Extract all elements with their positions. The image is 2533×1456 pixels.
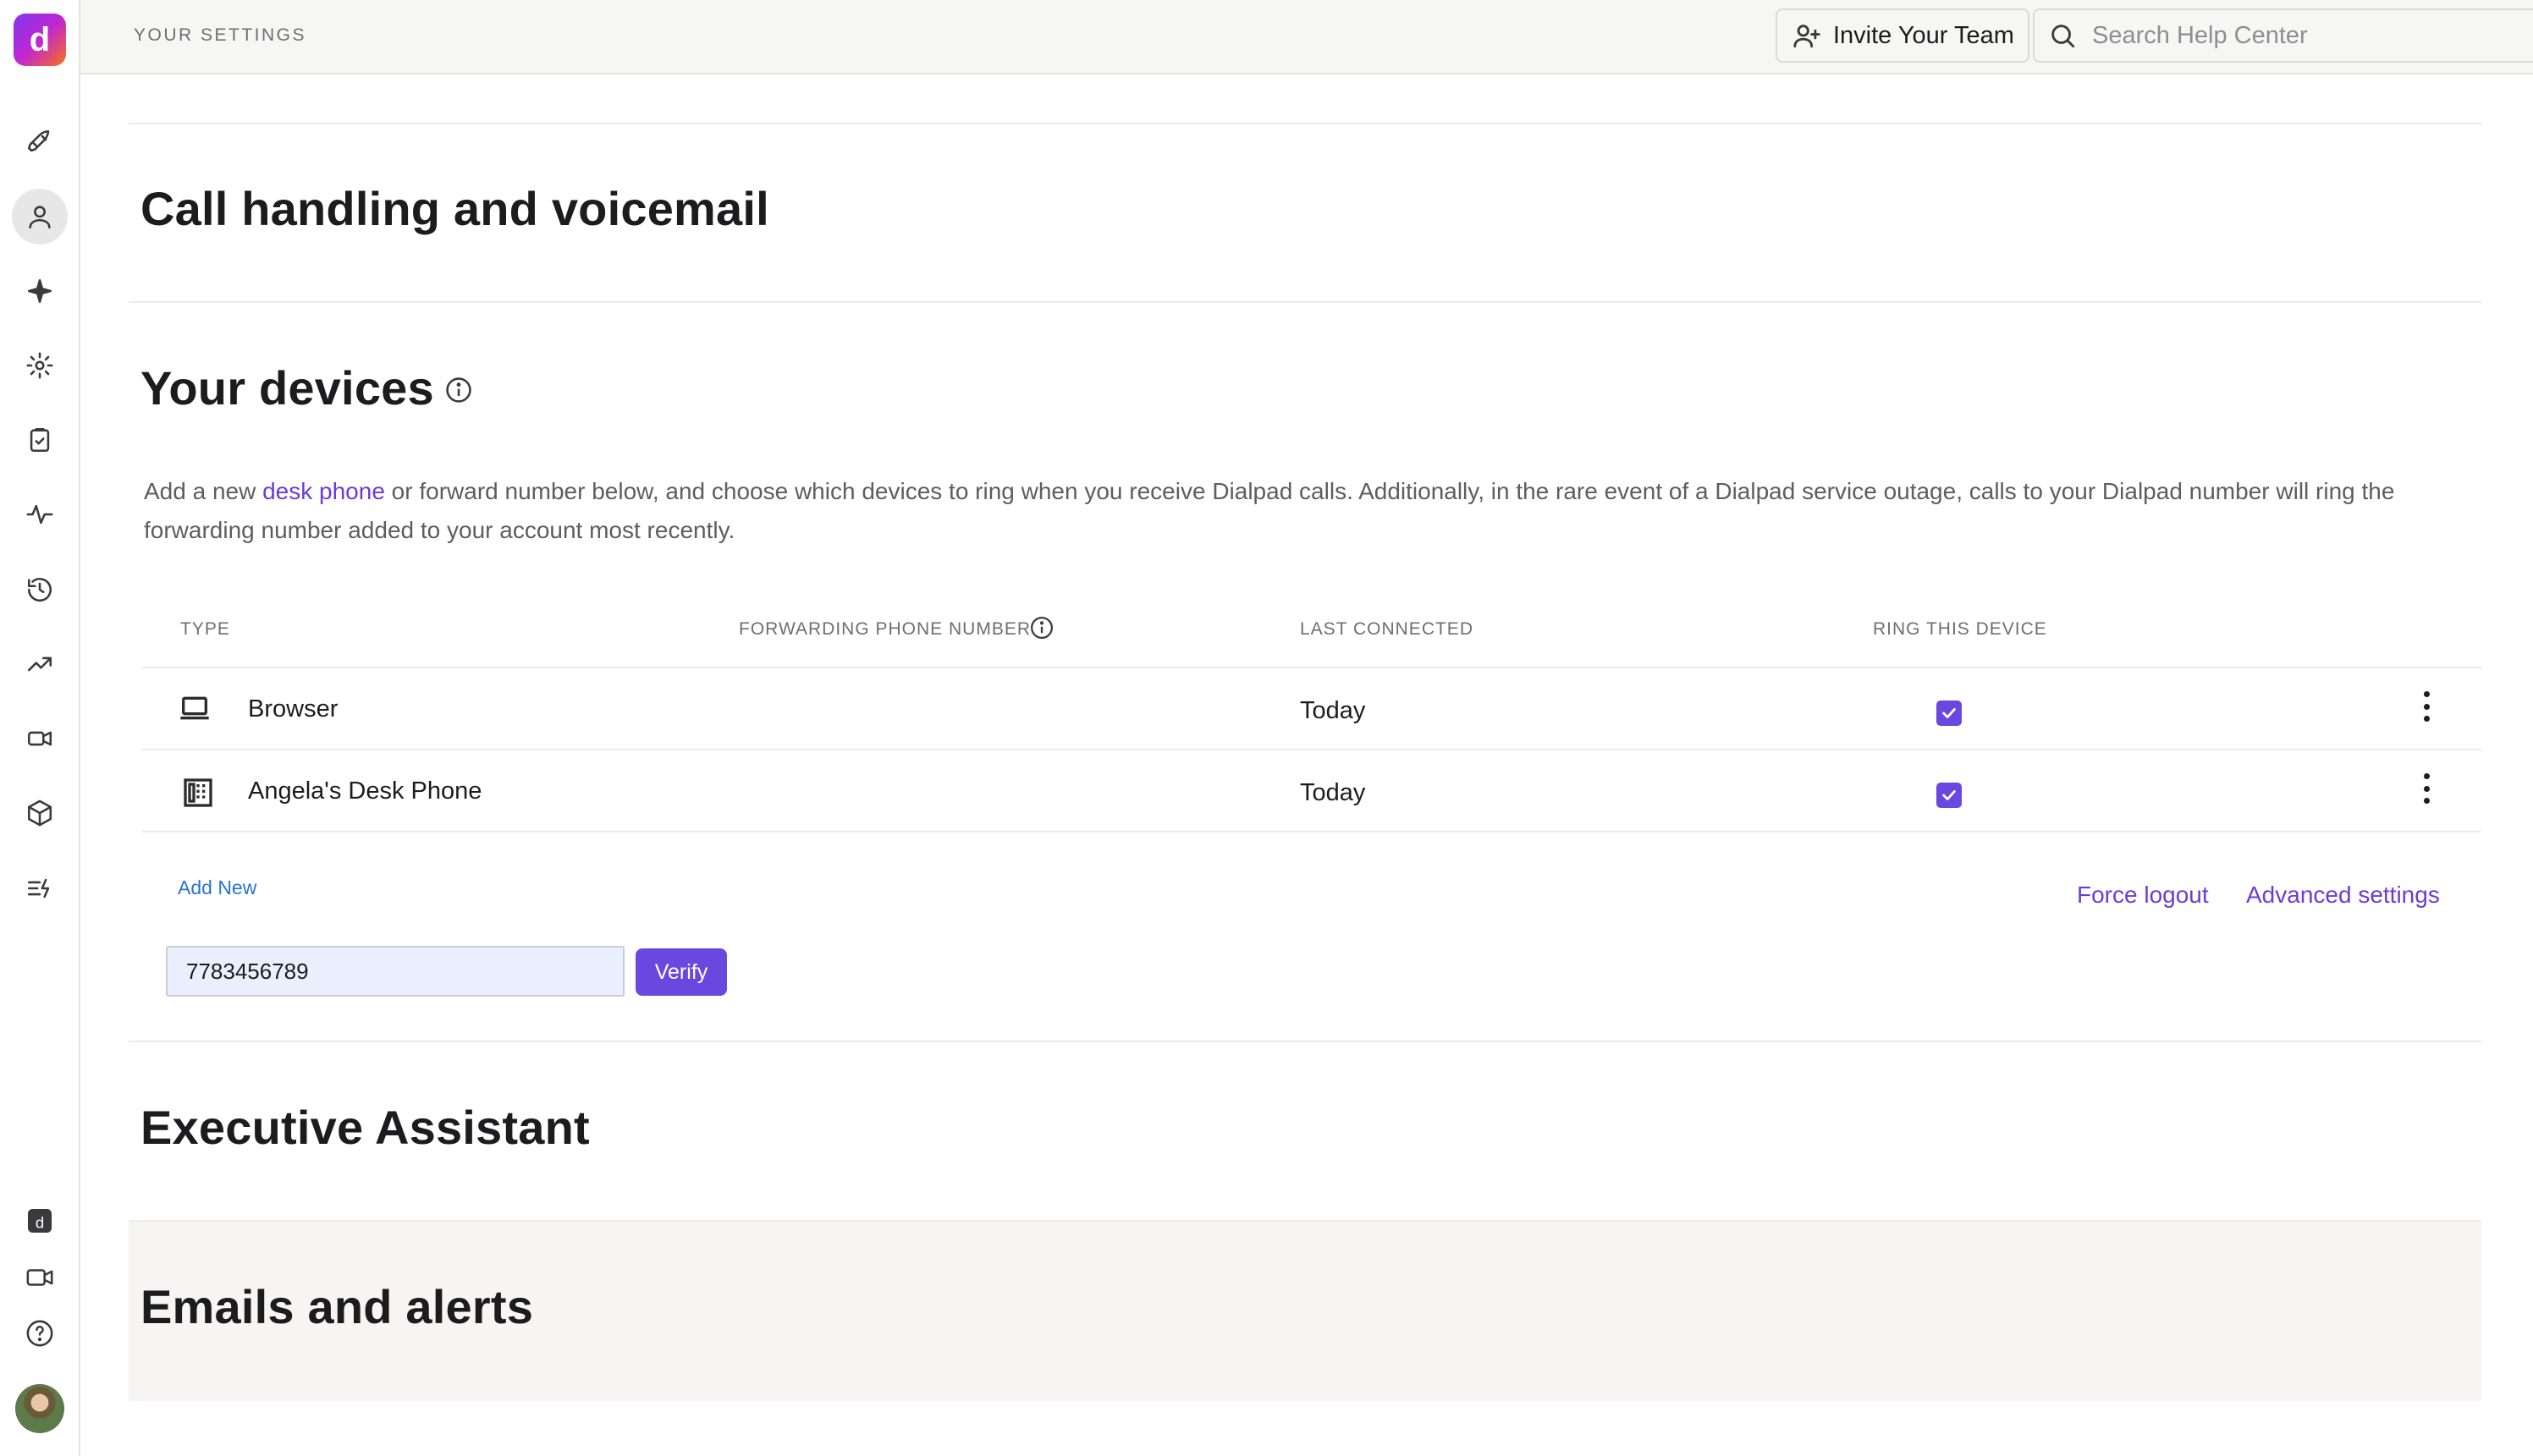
- table-divider: [142, 749, 2481, 750]
- add-new-link[interactable]: Add New: [178, 876, 256, 899]
- column-header-ring: RING THIS DEVICE: [1873, 619, 2047, 639]
- history-icon[interactable]: [12, 562, 68, 618]
- trending-up-icon[interactable]: [12, 636, 68, 692]
- more-options-icon[interactable]: [2418, 772, 2435, 805]
- svg-text:d: d: [36, 1214, 44, 1232]
- description-text-post: or forward number below, and choose whic…: [144, 478, 2395, 543]
- search-box[interactable]: [2033, 8, 2533, 63]
- column-header-last-connected: LAST CONNECTED: [1300, 619, 1473, 639]
- dialpad-app-icon[interactable]: d: [12, 1193, 68, 1249]
- device-type: Angela's Desk Phone: [248, 777, 482, 805]
- verify-button[interactable]: Verify: [636, 948, 727, 996]
- page-label: YOUR SETTINGS: [134, 25, 307, 45]
- sparkle-icon[interactable]: [12, 263, 68, 319]
- sidebar: d d: [0, 0, 80, 1456]
- invite-team-button[interactable]: Invite Your Team: [1776, 8, 2029, 63]
- desk-phone-icon: [181, 776, 215, 810]
- column-header-type: TYPE: [180, 619, 230, 639]
- search-icon: [2051, 25, 2075, 48]
- section-title-executive-assistant[interactable]: Executive Assistant: [140, 1100, 590, 1155]
- divider: [129, 301, 2481, 303]
- rocket-icon[interactable]: [12, 114, 68, 170]
- table-divider: [142, 831, 2481, 832]
- info-icon[interactable]: [1029, 615, 1054, 640]
- divider: [129, 1041, 2481, 1042]
- add-user-icon: [1793, 25, 1820, 48]
- section-title-devices: Your devices: [140, 361, 434, 415]
- top-bar: YOUR SETTINGS Invite Your Team: [80, 0, 2533, 74]
- laptop-icon: [178, 691, 212, 725]
- force-logout-link[interactable]: Force logout: [2077, 882, 2209, 909]
- table-divider: [142, 667, 2481, 668]
- box-icon[interactable]: [12, 785, 68, 841]
- list-bolt-icon[interactable]: [12, 860, 68, 916]
- avatar[interactable]: [15, 1384, 64, 1433]
- search-input[interactable]: [2090, 20, 2514, 51]
- last-connected: Today: [1300, 779, 1366, 806]
- desk-phone-link[interactable]: desk phone: [262, 478, 385, 504]
- ring-device-checkbox[interactable]: [1936, 783, 1962, 808]
- dialpad-logo[interactable]: d: [14, 14, 66, 66]
- last-connected: Today: [1300, 697, 1366, 724]
- devices-description: Add a new desk phone or forward number b…: [144, 472, 2480, 550]
- clipboard-icon[interactable]: [12, 412, 68, 468]
- ring-device-checkbox[interactable]: [1936, 701, 1962, 726]
- video-camera-icon[interactable]: [12, 711, 68, 766]
- advanced-settings-link[interactable]: Advanced settings: [2246, 882, 2440, 909]
- column-header-forwarding: FORWARDING PHONE NUMBER: [739, 619, 1032, 639]
- more-options-icon[interactable]: [2418, 690, 2435, 723]
- device-type: Browser: [248, 695, 339, 723]
- info-icon[interactable]: [444, 376, 473, 404]
- activity-icon[interactable]: [12, 486, 68, 542]
- invite-team-label: Invite Your Team: [1833, 21, 2014, 49]
- section-title-call-handling[interactable]: Call handling and voicemail: [140, 181, 769, 236]
- gear-icon[interactable]: [12, 338, 68, 393]
- description-text-pre: Add a new: [144, 478, 263, 504]
- forwarding-number-input[interactable]: [166, 946, 625, 997]
- user-icon[interactable]: [12, 189, 68, 244]
- emails-alerts-section[interactable]: Emails and alerts: [129, 1222, 2481, 1401]
- video-icon[interactable]: [12, 1250, 68, 1305]
- divider: [129, 123, 2481, 124]
- section-title-emails-alerts: Emails and alerts: [140, 1280, 534, 1333]
- help-icon[interactable]: [12, 1305, 68, 1361]
